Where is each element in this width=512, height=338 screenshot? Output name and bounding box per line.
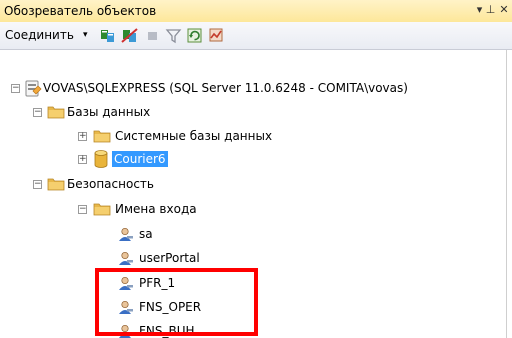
server-label: VOVAS\SQLEXPRESS (SQL Server 11.0.6248 -… <box>43 81 408 95</box>
connect-label: Соединить <box>5 28 74 42</box>
login-item[interactable]: sa <box>0 224 506 245</box>
folder-icon <box>47 105 65 122</box>
server-icon <box>24 80 42 100</box>
login-item[interactable]: userPortal <box>0 248 506 269</box>
close-icon[interactable]: ✕ <box>497 3 511 17</box>
highlight-annotation-box <box>95 268 258 336</box>
user-login-icon <box>118 251 134 269</box>
collapse-toggle[interactable]: − <box>33 108 42 117</box>
object-explorer-panel: Обозреватель объектов ▾ ⊥ ✕ Соединить ▾ <box>0 0 512 338</box>
connect-object-explorer-icon[interactable] <box>99 27 116 44</box>
activity-monitor-icon[interactable] <box>208 27 225 44</box>
stop-icon[interactable] <box>144 27 161 44</box>
expand-toggle[interactable]: + <box>78 132 87 141</box>
chevron-down-icon: ▾ <box>83 30 88 40</box>
system-databases-label: Системные базы данных <box>115 129 273 143</box>
panel-title-bar: Обозреватель объектов ▾ ⊥ ✕ <box>0 0 512 23</box>
object-explorer-tree: − VOVAS\SQLEXPRESS (SQL Server 11.0.6248… <box>0 50 512 338</box>
database-icon <box>94 150 108 171</box>
folder-icon <box>47 177 65 194</box>
connect-button[interactable]: Соединить ▾ <box>5 27 91 44</box>
login-label: sa <box>139 227 153 241</box>
logins-label: Имена входа <box>115 202 197 216</box>
collapse-toggle[interactable]: − <box>33 180 42 189</box>
courier6-label: Courier6 <box>112 151 168 167</box>
databases-label: Базы данных <box>67 105 151 119</box>
pin-icon[interactable]: ▾ ⊥ <box>474 3 498 17</box>
tree-node-server[interactable]: − VOVAS\SQLEXPRESS (SQL Server 11.0.6248… <box>0 78 506 99</box>
tree-node-system-databases[interactable]: + Системные базы данных <box>0 126 506 147</box>
security-label: Безопасность <box>67 177 154 191</box>
folder-icon <box>93 202 111 219</box>
folder-icon <box>93 129 111 146</box>
tree-node-logins[interactable]: − Имена входа <box>0 199 506 220</box>
toolbar: Соединить ▾ <box>0 22 512 50</box>
user-login-icon <box>118 227 134 245</box>
collapse-toggle[interactable]: − <box>78 205 87 214</box>
panel-border <box>506 50 507 338</box>
collapse-toggle[interactable]: − <box>11 84 20 93</box>
expand-toggle[interactable]: + <box>78 155 87 164</box>
tree-node-courier6[interactable]: + Courier6 <box>0 149 506 170</box>
refresh-icon[interactable] <box>186 27 203 44</box>
disconnect-icon[interactable] <box>121 27 138 44</box>
panel-title: Обозреватель объектов <box>4 4 157 18</box>
filter-icon[interactable] <box>165 27 182 44</box>
login-label: userPortal <box>139 251 200 265</box>
tree-node-databases[interactable]: − Базы данных <box>0 102 506 123</box>
tree-node-security[interactable]: − Безопасность <box>0 174 506 195</box>
